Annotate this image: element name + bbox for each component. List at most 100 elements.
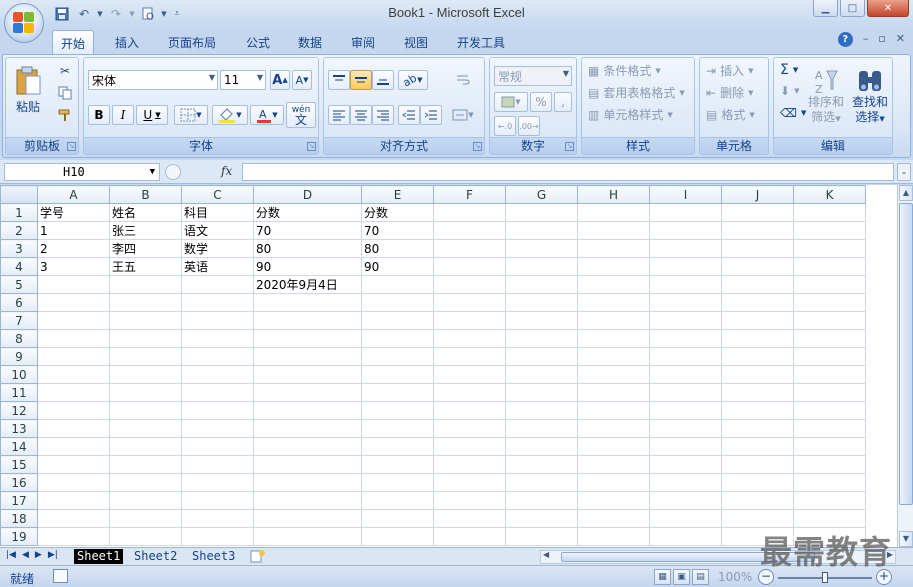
cell-j18[interactable] [721, 509, 794, 528]
cell-f16[interactable] [433, 473, 506, 492]
insert-sheet-icon[interactable] [250, 549, 268, 564]
cell-a5[interactable] [37, 275, 110, 294]
cell-c10[interactable] [181, 365, 254, 384]
number-format-combo[interactable]: 常规 ▼ [494, 66, 572, 86]
row-header[interactable]: 8 [0, 329, 38, 348]
cell-a18[interactable] [37, 509, 110, 528]
cell-j17[interactable] [721, 491, 794, 510]
cell-b6[interactable] [109, 293, 182, 312]
row-header[interactable]: 18 [0, 509, 38, 528]
cell-e9[interactable] [361, 347, 434, 366]
cell-c4[interactable]: 英语 [181, 257, 254, 276]
cell-a16[interactable] [37, 473, 110, 492]
cell-d4[interactable]: 90 [253, 257, 362, 276]
cell-f13[interactable] [433, 419, 506, 438]
fill-button[interactable]: ⬇ ▼ [780, 84, 799, 98]
cell-f5[interactable] [433, 275, 506, 294]
column-header-e[interactable]: E [361, 185, 434, 204]
cell-k18[interactable] [793, 509, 866, 528]
cell-g11[interactable] [505, 383, 578, 402]
cell-i19[interactable] [649, 527, 722, 546]
cell-a1[interactable]: 学号 [37, 203, 110, 222]
cell-e16[interactable] [361, 473, 434, 492]
cell-b17[interactable] [109, 491, 182, 510]
cell-f7[interactable] [433, 311, 506, 330]
font-launcher-icon[interactable]: ↘ [307, 142, 316, 151]
close-button[interactable]: ✕ [867, 0, 909, 17]
zoom-level[interactable]: 100% [718, 570, 752, 584]
vertical-scrollbar[interactable]: ▲ ▼ [897, 185, 913, 547]
clear-button[interactable]: ⌫ ▼ [780, 106, 806, 120]
cell-e8[interactable] [361, 329, 434, 348]
accounting-format-button[interactable]: ▼ [494, 92, 528, 112]
cell-f12[interactable] [433, 401, 506, 420]
cell-a19[interactable] [37, 527, 110, 546]
cell-i17[interactable] [649, 491, 722, 510]
wrap-text-icon[interactable] [452, 70, 474, 90]
cell-i12[interactable] [649, 401, 722, 420]
column-header-k[interactable]: K [793, 185, 866, 204]
cell-a17[interactable] [37, 491, 110, 510]
cell-i10[interactable] [649, 365, 722, 384]
cell-a14[interactable] [37, 437, 110, 456]
cell-a4[interactable]: 3 [37, 257, 110, 276]
macro-record-icon[interactable] [53, 569, 68, 583]
cell-d7[interactable] [253, 311, 362, 330]
cell-h1[interactable] [577, 203, 650, 222]
clipboard-launcher-icon[interactable]: ↘ [67, 142, 76, 151]
cell-e11[interactable] [361, 383, 434, 402]
cell-c5[interactable] [181, 275, 254, 294]
sort-filter-button[interactable]: AZ 排序和 筛选▼ [806, 62, 846, 132]
cell-f9[interactable] [433, 347, 506, 366]
cell-h12[interactable] [577, 401, 650, 420]
cell-i11[interactable] [649, 383, 722, 402]
tab-insert[interactable]: 插入 [107, 30, 147, 54]
cell-j10[interactable] [721, 365, 794, 384]
cell-a3[interactable]: 2 [37, 239, 110, 258]
cell-d9[interactable] [253, 347, 362, 366]
tab-developer[interactable]: 开发工具 [449, 30, 513, 54]
cell-h6[interactable] [577, 293, 650, 312]
cell-i16[interactable] [649, 473, 722, 492]
cell-i15[interactable] [649, 455, 722, 474]
cell-d12[interactable] [253, 401, 362, 420]
cell-d18[interactable] [253, 509, 362, 528]
cell-b14[interactable] [109, 437, 182, 456]
cell-i18[interactable] [649, 509, 722, 528]
row-header[interactable]: 17 [0, 491, 38, 510]
cell-k17[interactable] [793, 491, 866, 510]
row-header[interactable]: 9 [0, 347, 38, 366]
cell-j7[interactable] [721, 311, 794, 330]
cut-icon[interactable]: ✂ [56, 62, 74, 80]
cell-g9[interactable] [505, 347, 578, 366]
format-as-table-button[interactable]: ▤ 套用表格格式 ▼ [588, 84, 685, 101]
cell-i5[interactable] [649, 275, 722, 294]
cell-k10[interactable] [793, 365, 866, 384]
cell-k14[interactable] [793, 437, 866, 456]
orientation-button[interactable]: ab ▼ [398, 70, 428, 90]
cell-j14[interactable] [721, 437, 794, 456]
cell-a15[interactable] [37, 455, 110, 474]
sheet-tab-sheet1[interactable]: Sheet1 [74, 549, 124, 564]
italic-button[interactable]: I [112, 105, 134, 125]
cell-b12[interactable] [109, 401, 182, 420]
cell-f1[interactable] [433, 203, 506, 222]
cell-k5[interactable] [793, 275, 866, 294]
middle-align-button[interactable] [350, 70, 372, 90]
fill-color-button[interactable]: ▼ [212, 105, 248, 125]
cell-c12[interactable] [181, 401, 254, 420]
cell-b16[interactable] [109, 473, 182, 492]
row-header[interactable]: 4 [0, 257, 38, 276]
cell-g19[interactable] [505, 527, 578, 546]
cell-e12[interactable] [361, 401, 434, 420]
tab-page-layout[interactable]: 页面布局 [160, 30, 224, 54]
cell-g2[interactable] [505, 221, 578, 240]
bottom-align-button[interactable] [372, 70, 394, 90]
cell-c7[interactable] [181, 311, 254, 330]
tab-view[interactable]: 视图 [396, 30, 436, 54]
help-icon[interactable]: ? [837, 32, 853, 47]
cell-h9[interactable] [577, 347, 650, 366]
cell-j1[interactable] [721, 203, 794, 222]
cell-d15[interactable] [253, 455, 362, 474]
cell-a12[interactable] [37, 401, 110, 420]
